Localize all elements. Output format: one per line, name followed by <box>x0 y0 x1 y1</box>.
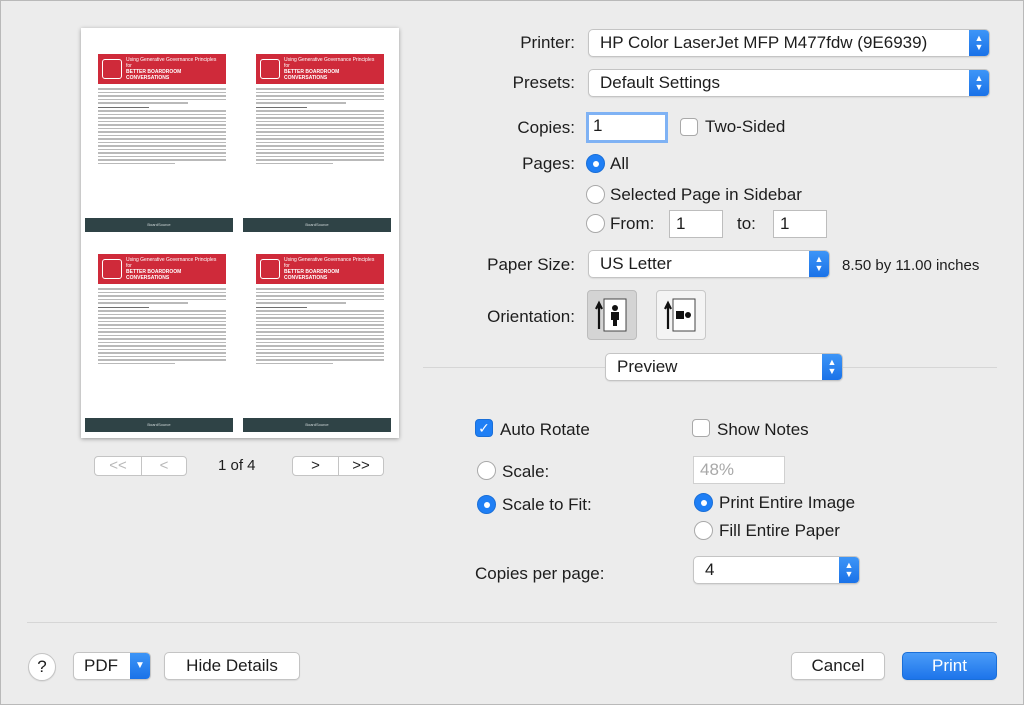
presets-value: Default Settings <box>600 73 721 92</box>
preview-text-lines <box>256 288 384 366</box>
printer-value: HP Color LaserJet MFP M477fdw (9E6939) <box>600 33 928 52</box>
preview-banner: Using Generative Governance Principles f… <box>256 54 384 84</box>
preview-footer: BoardSource <box>243 218 391 232</box>
pages-range-radio[interactable] <box>586 214 605 233</box>
preview-banner-title: Using Generative Governance Principles f… <box>126 257 217 269</box>
preview-section-heading <box>98 106 150 108</box>
print-entire-image-radio[interactable] <box>694 493 713 512</box>
chevron-updown-icon: ▲ ▼ <box>969 70 989 96</box>
fill-entire-paper-label: Fill Entire Paper <box>719 521 840 540</box>
copies-input[interactable]: 1 <box>586 112 668 143</box>
chevron-updown-icon: ▲ ▼ <box>822 354 842 380</box>
chevron-updown-icon: ▲ ▼ <box>969 30 989 56</box>
presets-select[interactable]: Default Settings ▲ ▼ <box>588 69 990 97</box>
paper-dimensions: 8.50 by 11.00 inches <box>842 257 980 274</box>
section-select[interactable]: Preview ▲ ▼ <box>605 353 843 381</box>
preview-thumbnail-2: Using Generative Governance Principles f… <box>243 36 391 232</box>
pages-all-radio[interactable] <box>586 154 605 173</box>
paper-size-label: Paper Size: <box>487 255 575 274</box>
scale-input[interactable]: 48% <box>693 456 785 484</box>
preview-banner-title: Using Generative Governance Principles f… <box>126 57 217 69</box>
preview-banner: Using Generative Governance Principles f… <box>256 254 384 284</box>
copies-per-page-value: 4 <box>705 560 715 579</box>
paper-size-select[interactable]: US Letter ▲ ▼ <box>588 250 830 278</box>
chevron-updown-icon: ▲ ▼ <box>809 251 829 277</box>
boardroom-logo-icon <box>260 59 280 79</box>
boardroom-logo-icon <box>102 59 122 79</box>
preview-thumbnail-1: Using Generative Governance Principles f… <box>85 36 233 232</box>
print-preview-page: Using Generative Governance Principles f… <box>81 28 399 438</box>
auto-rotate-label: Auto Rotate <box>500 420 590 439</box>
pdf-menu-button[interactable]: PDF ▼ <box>73 652 151 680</box>
preview-banner-subtitle: BETTER BOARDROOM CONVERSATIONS <box>126 69 182 81</box>
pages-to-label: to: <box>737 214 756 233</box>
pages-to-input[interactable]: 1 <box>773 210 827 238</box>
show-notes-checkbox[interactable] <box>692 419 710 437</box>
landscape-icon <box>664 298 696 332</box>
pages-label: Pages: <box>522 154 575 173</box>
two-sided-checkbox[interactable] <box>680 118 698 136</box>
printer-select[interactable]: HP Color LaserJet MFP M477fdw (9E6939) ▲… <box>588 29 990 57</box>
printer-label: Printer: <box>520 33 575 52</box>
pages-selected-radio[interactable] <box>586 185 605 204</box>
pages-all-label: All <box>610 154 629 173</box>
orientation-label: Orientation: <box>487 307 575 326</box>
show-notes-label: Show Notes <box>717 420 809 439</box>
preview-banner-subtitle: BETTER BOARDROOM CONVERSATIONS <box>284 269 340 281</box>
portrait-icon <box>595 298 627 332</box>
scale-to-fit-label: Scale to Fit: <box>502 495 592 514</box>
two-sided-label: Two-Sided <box>705 117 786 136</box>
presets-label: Presets: <box>512 73 575 92</box>
scale-to-fit-radio[interactable] <box>477 495 496 514</box>
preview-banner-title: Using Generative Governance Principles f… <box>284 57 375 69</box>
preview-banner-subtitle: BETTER BOARDROOM CONVERSATIONS <box>126 269 182 281</box>
preview-footer: BoardSource <box>243 418 391 432</box>
print-entire-image-label: Print Entire Image <box>719 493 856 512</box>
portrait-orientation-button[interactable] <box>587 290 637 340</box>
boardroom-logo-icon <box>102 259 122 279</box>
previous-page-button[interactable]: < <box>141 456 187 476</box>
preview-banner-subtitle: BETTER BOARDROOM CONVERSATIONS <box>284 69 340 81</box>
scale-label: Scale: <box>502 462 550 481</box>
boardroom-logo-icon <box>260 259 280 279</box>
footer-divider <box>27 622 997 623</box>
fill-entire-paper-radio[interactable] <box>694 521 713 540</box>
hide-details-button[interactable]: Hide Details <box>164 652 300 680</box>
preview-banner: Using Generative Governance Principles f… <box>98 54 226 84</box>
preview-banner: Using Generative Governance Principles f… <box>98 254 226 284</box>
preview-thumbnail-4: Using Generative Governance Principles f… <box>243 236 391 432</box>
chevron-down-icon: ▼ <box>130 653 150 679</box>
preview-text-lines <box>98 288 226 366</box>
preview-footer: BoardSource <box>85 418 233 432</box>
next-page-button[interactable]: > <box>292 456 339 476</box>
pages-selected-label: Selected Page in Sidebar <box>610 185 802 204</box>
help-button[interactable]: ? <box>28 653 56 681</box>
preview-text-lines <box>256 88 384 166</box>
pages-from-label: From: <box>610 214 655 233</box>
paper-size-value: US Letter <box>600 254 672 273</box>
page-indicator: 1 of 4 <box>218 457 256 474</box>
preview-footer: BoardSource <box>85 218 233 232</box>
copies-label: Copies: <box>517 118 575 137</box>
landscape-orientation-button[interactable] <box>656 290 706 340</box>
preview-text-lines <box>98 88 226 166</box>
print-dialog: Using Generative Governance Principles f… <box>0 0 1024 705</box>
first-page-button[interactable]: << <box>94 456 142 476</box>
print-button[interactable]: Print <box>902 652 997 680</box>
scale-radio[interactable] <box>477 461 496 480</box>
preview-thumbnail-3: Using Generative Governance Principles f… <box>85 236 233 432</box>
pdf-label: PDF <box>84 656 118 675</box>
pages-from-input[interactable]: 1 <box>669 210 723 238</box>
auto-rotate-checkbox[interactable]: ✓ <box>475 419 493 437</box>
last-page-button[interactable]: >> <box>338 456 384 476</box>
chevron-updown-icon: ▲ ▼ <box>839 557 859 583</box>
preview-banner-title: Using Generative Governance Principles f… <box>284 257 375 269</box>
cancel-button[interactable]: Cancel <box>791 652 885 680</box>
section-select-value: Preview <box>617 357 678 376</box>
copies-per-page-label: Copies per page: <box>475 564 605 583</box>
copies-per-page-select[interactable]: 4 ▲ ▼ <box>693 556 860 584</box>
